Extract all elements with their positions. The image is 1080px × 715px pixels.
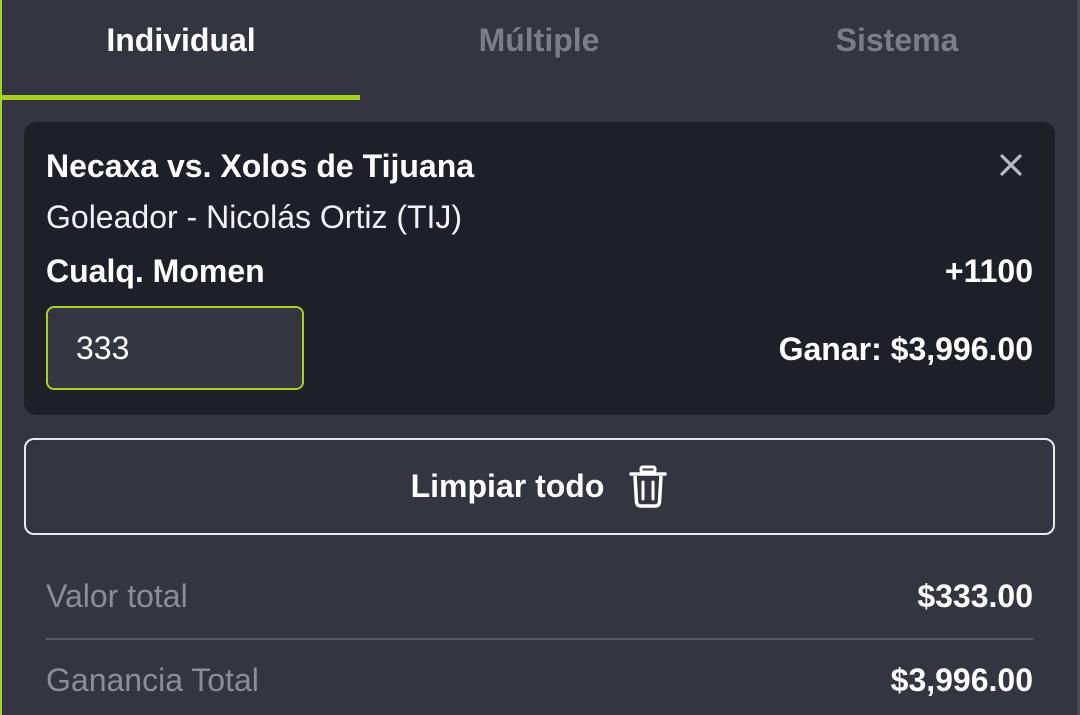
bet-slip-card: Necaxa vs. Xolos de Tijuana Goleador - N… — [24, 122, 1055, 415]
total-gain-row: Ganancia Total $3,996.00 — [46, 662, 1033, 699]
total-stake-row: Valor total $333.00 — [46, 578, 1033, 615]
total-gain-value: $3,996.00 — [890, 662, 1033, 698]
tab-multiple-label: Múltiple — [478, 21, 600, 58]
close-icon — [1000, 154, 1022, 176]
trash-icon — [628, 465, 668, 509]
tab-individual[interactable]: Individual — [2, 0, 360, 100]
active-tab-indicator — [2, 95, 360, 100]
remove-bet-button[interactable] — [994, 148, 1028, 182]
tab-multiple[interactable]: Múltiple — [360, 0, 718, 100]
bet-type-tabs: Individual Múltiple Sistema — [2, 0, 1077, 100]
total-stake-label: Valor total — [46, 578, 188, 614]
total-stake-value: $333.00 — [917, 578, 1033, 614]
bet-market: Cualq. Momen — [46, 253, 265, 289]
tab-system-label: Sistema — [835, 21, 959, 58]
match-title: Necaxa vs. Xolos de Tijuana — [46, 148, 475, 184]
bet-odds: +1100 — [944, 253, 1033, 289]
potential-win: Ganar: $3,996.00 — [778, 331, 1033, 367]
clear-all-button[interactable]: Limpiar todo — [24, 438, 1055, 535]
bet-selection: Goleador - Nicolás Ortiz (TIJ) — [46, 199, 463, 235]
total-gain-label: Ganancia Total — [46, 662, 259, 698]
left-accent-border — [0, 0, 2, 715]
clear-all-label: Limpiar todo — [410, 468, 605, 504]
tab-system[interactable]: Sistema — [718, 0, 1076, 100]
stake-input[interactable] — [46, 306, 304, 390]
tab-individual-label: Individual — [106, 21, 256, 58]
summary-divider — [46, 638, 1033, 640]
